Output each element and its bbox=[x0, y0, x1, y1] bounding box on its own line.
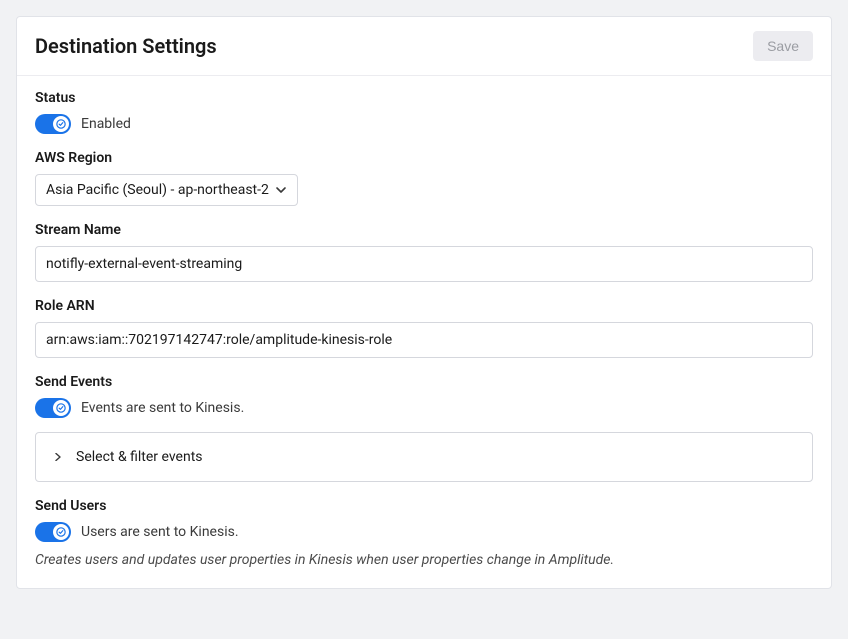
toggle-knob bbox=[53, 524, 69, 540]
toggle-knob bbox=[53, 400, 69, 416]
send-users-label: Send Users bbox=[35, 498, 813, 514]
stream-name-section: Stream Name bbox=[35, 222, 813, 282]
status-section: Status Enabled bbox=[35, 90, 813, 134]
select-filter-events-label: Select & filter events bbox=[76, 449, 203, 465]
check-icon bbox=[56, 527, 66, 537]
page-title: Destination Settings bbox=[35, 34, 217, 58]
check-icon bbox=[56, 119, 66, 129]
send-events-toggle-label: Events are sent to Kinesis. bbox=[81, 400, 244, 416]
check-icon bbox=[56, 403, 66, 413]
card-header: Destination Settings Save bbox=[17, 17, 831, 76]
aws-region-label: AWS Region bbox=[35, 150, 813, 166]
stream-name-label: Stream Name bbox=[35, 222, 813, 238]
role-arn-input[interactable] bbox=[35, 322, 813, 358]
send-users-toggle-row: Users are sent to Kinesis. bbox=[35, 522, 813, 542]
settings-card: Destination Settings Save Status Enabled bbox=[16, 16, 832, 589]
send-events-label: Send Events bbox=[35, 374, 813, 390]
card-body: Status Enabled AWS Region Asia Pacific (… bbox=[17, 76, 831, 588]
toggle-knob bbox=[53, 116, 69, 132]
stream-name-input[interactable] bbox=[35, 246, 813, 282]
save-button[interactable]: Save bbox=[753, 31, 813, 61]
chevron-down-icon bbox=[275, 184, 287, 196]
select-filter-events-expander[interactable]: Select & filter events bbox=[35, 432, 813, 482]
aws-region-select[interactable]: Asia Pacific (Seoul) - ap-northeast-2 bbox=[35, 174, 298, 206]
role-arn-label: Role ARN bbox=[35, 298, 813, 314]
aws-region-section: AWS Region Asia Pacific (Seoul) - ap-nor… bbox=[35, 150, 813, 206]
send-users-toggle[interactable] bbox=[35, 522, 71, 542]
aws-region-value: Asia Pacific (Seoul) - ap-northeast-2 bbox=[46, 182, 269, 198]
role-arn-section: Role ARN bbox=[35, 298, 813, 358]
status-toggle[interactable] bbox=[35, 114, 71, 134]
send-users-toggle-label: Users are sent to Kinesis. bbox=[81, 524, 239, 540]
send-users-helper: Creates users and updates user propertie… bbox=[35, 552, 813, 568]
send-events-section: Send Events Events are sent to Kinesis. bbox=[35, 374, 813, 482]
send-events-toggle[interactable] bbox=[35, 398, 71, 418]
send-events-toggle-row: Events are sent to Kinesis. bbox=[35, 398, 813, 418]
status-label: Status bbox=[35, 90, 813, 106]
chevron-right-icon bbox=[54, 453, 62, 461]
status-toggle-label: Enabled bbox=[81, 116, 131, 132]
status-toggle-row: Enabled bbox=[35, 114, 813, 134]
send-users-section: Send Users Users are sent to Kinesis. Cr… bbox=[35, 498, 813, 568]
